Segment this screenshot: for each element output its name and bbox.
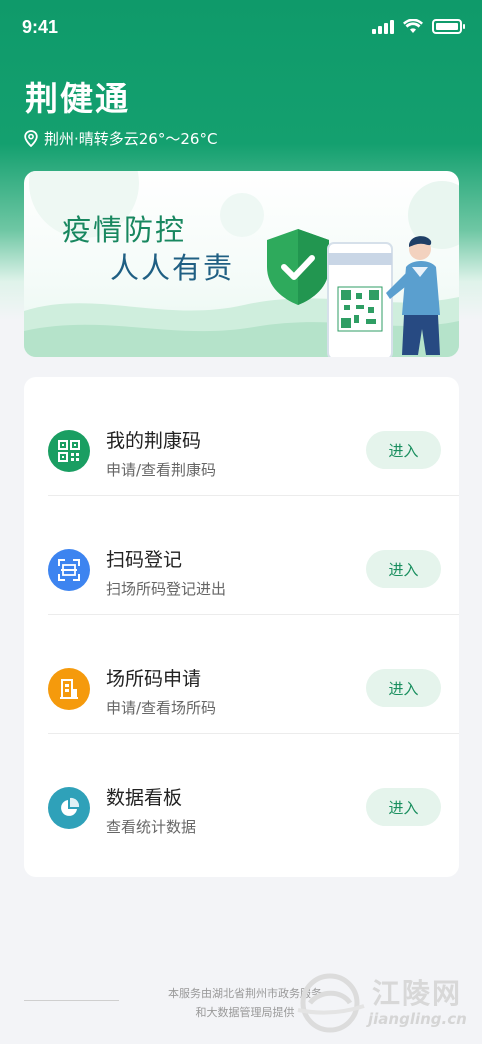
service-subtitle: 申请/查看场所码 [106, 699, 217, 717]
scan-icon [48, 549, 90, 591]
services-card: 我的荆康码 申请/查看荆康码 进入 扫码登记 扫场所码登记进出 进入 场所码申请… [24, 377, 459, 877]
wifi-icon [403, 19, 423, 33]
epidemic-banner[interactable]: 疫情防控 人人有责 [24, 171, 459, 357]
location-weather-text: 荆州·晴转多云26°～26°C [44, 130, 218, 148]
enter-button[interactable]: 进入 [366, 431, 441, 469]
shield-check-icon [267, 229, 329, 305]
site-watermark: 江陵网 jiangling.cn [290, 970, 480, 1036]
service-title: 扫码登记 [106, 549, 183, 571]
service-subtitle: 申请/查看荆康码 [106, 461, 217, 479]
cellular-signal-icon [372, 19, 394, 34]
location-pin-icon [24, 130, 38, 147]
person-illustration [386, 236, 440, 355]
watermark-logo-icon [297, 973, 365, 1033]
status-icons [372, 19, 465, 34]
battery-icon [432, 19, 465, 34]
banner-slogan-line1: 疫情防控 [62, 213, 187, 247]
location-weather: 荆州·晴转多云26°～26°C [24, 128, 217, 149]
service-title: 我的荆康码 [106, 430, 202, 452]
qr-code-icon [48, 430, 90, 472]
watermark-text: 江陵网 [372, 977, 463, 1010]
status-time: 9:41 [22, 17, 59, 37]
footer-divider [24, 1000, 119, 1001]
enter-button[interactable]: 进入 [366, 550, 441, 588]
service-row-scan-register[interactable]: 扫码登记 扫场所码登记进出 进入 [24, 496, 459, 615]
app-title: 荆健通 [25, 79, 130, 118]
watermark-url: jiangling.cn [368, 1010, 467, 1028]
banner-slogan-line2: 人人有责 [110, 251, 235, 285]
service-title: 场所码申请 [106, 668, 202, 690]
building-icon [48, 668, 90, 710]
enter-button[interactable]: 进入 [366, 788, 441, 826]
pie-chart-icon [48, 787, 90, 829]
status-bar: 9:41 [0, 0, 482, 56]
service-row-venue-code[interactable]: 场所码申请 申请/查看场所码 进入 [24, 615, 459, 734]
service-row-health-code[interactable]: 我的荆康码 申请/查看荆康码 进入 [24, 377, 459, 496]
service-subtitle: 扫场所码登记进出 [106, 580, 227, 598]
service-row-data-dashboard[interactable]: 数据看板 查看统计数据 进入 [24, 734, 459, 853]
service-title: 数据看板 [106, 787, 183, 809]
service-subtitle: 查看统计数据 [106, 818, 197, 836]
enter-button[interactable]: 进入 [366, 669, 441, 707]
